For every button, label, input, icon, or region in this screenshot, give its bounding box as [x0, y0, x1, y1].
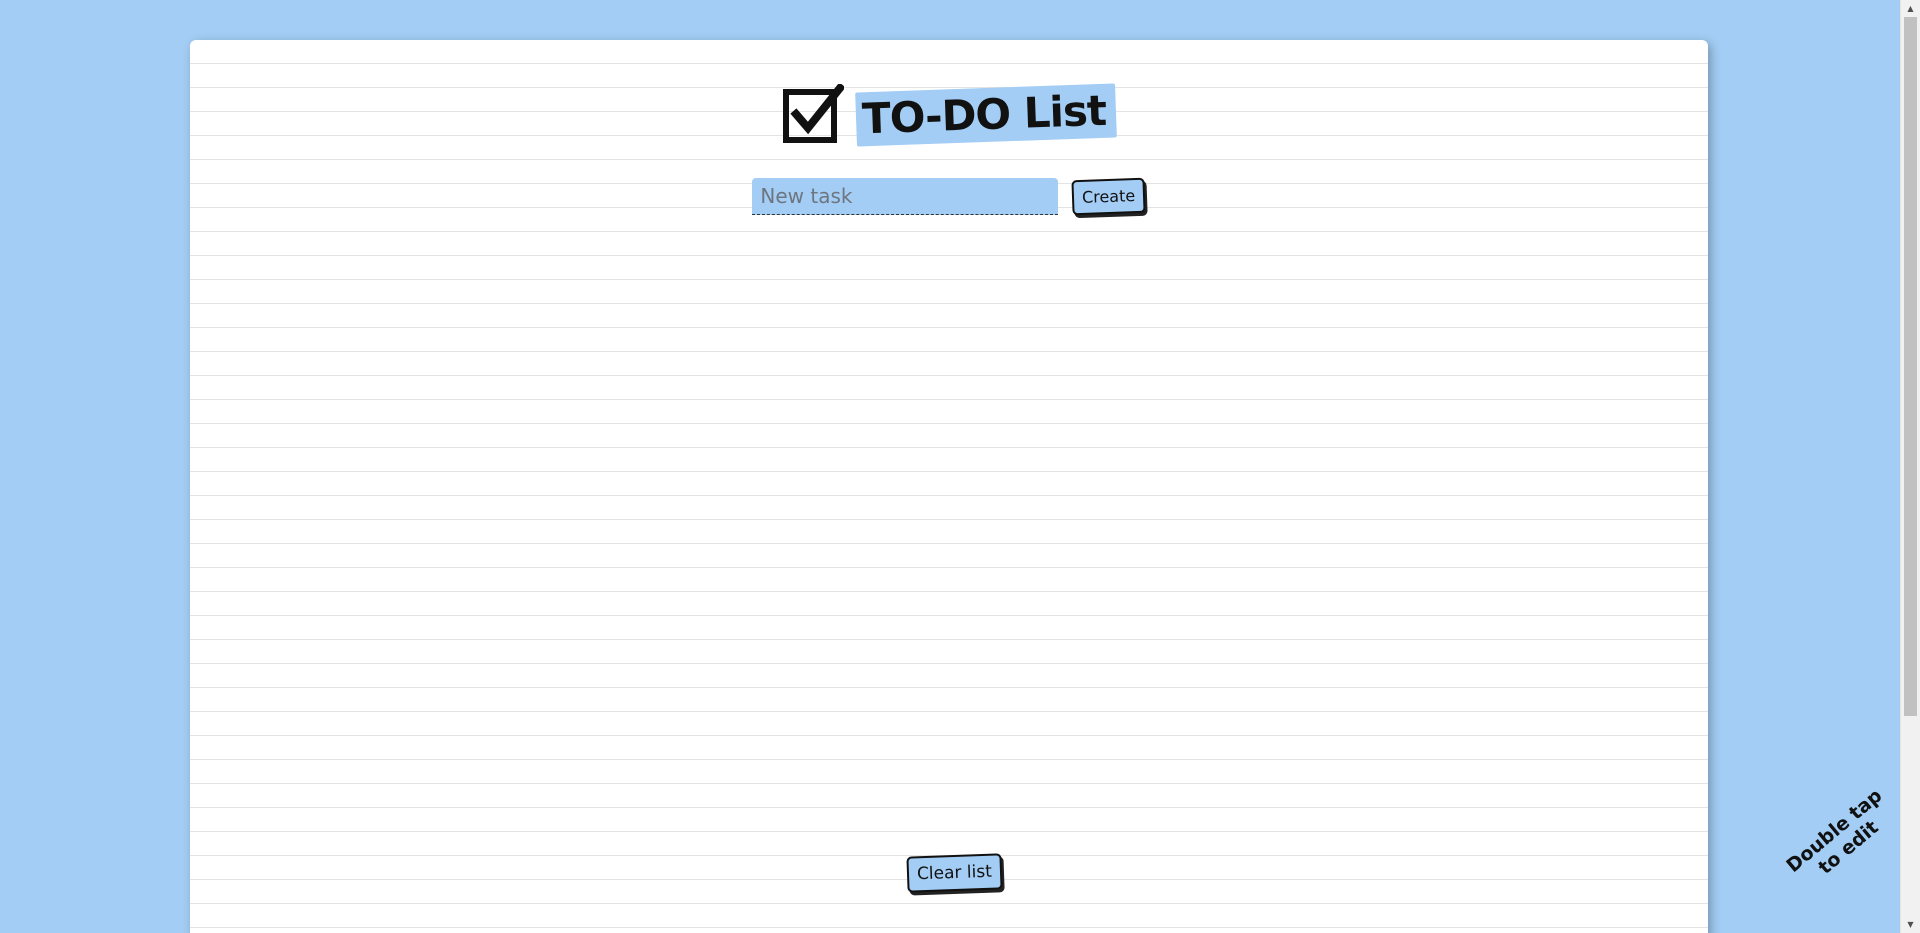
- clear-row: Clear list: [190, 853, 1708, 893]
- page-title: TO-DO List: [861, 85, 1107, 144]
- vertical-scrollbar[interactable]: ▲ ▼: [1900, 0, 1920, 933]
- scrollbar-thumb[interactable]: [1904, 17, 1917, 716]
- title-highlight: TO-DO List: [855, 83, 1117, 147]
- checkbox-checked-icon: [783, 84, 844, 143]
- new-task-input[interactable]: [752, 178, 1059, 215]
- double-tap-hint: Double tap to edit: [1774, 778, 1909, 901]
- create-button[interactable]: Create: [1071, 177, 1147, 216]
- clear-list-button[interactable]: Clear list: [905, 853, 1003, 893]
- todo-paper: TO-DO List Create Clear list: [190, 40, 1708, 933]
- scroll-up-arrow-icon[interactable]: ▲: [1901, 0, 1920, 17]
- new-task-row: Create: [190, 177, 1708, 216]
- header: TO-DO List: [190, 80, 1708, 150]
- scroll-down-arrow-icon[interactable]: ▼: [1901, 916, 1920, 933]
